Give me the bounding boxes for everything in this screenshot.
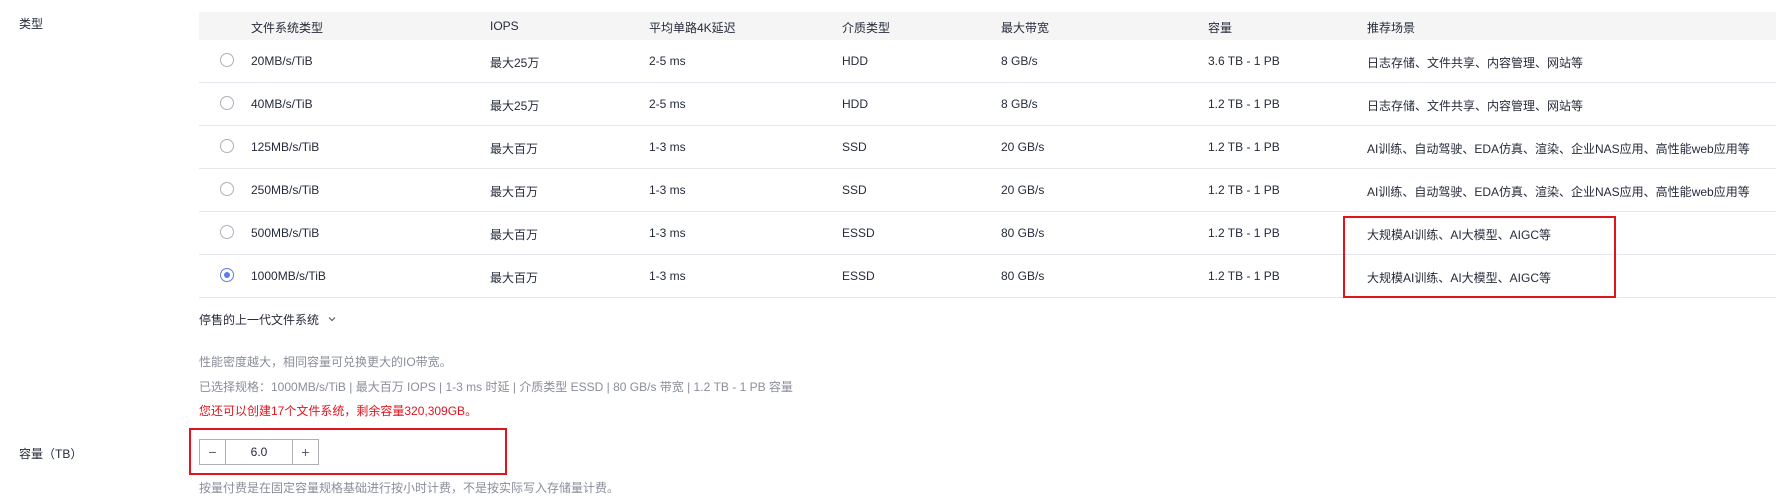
- table-row[interactable]: 500MB/s/TiB 最大百万 1-3 ms ESSD 80 GB/s 1.2 TB -…: [199, 212, 1776, 255]
- capacity-label: 容量（TB）: [19, 447, 83, 461]
- iops-cell: 最大百万: [490, 185, 539, 199]
- density-note: 性能密度越大，相同容量可兑换更大的IO带宽。: [199, 355, 452, 369]
- latency-cell: 2-5 ms: [649, 54, 686, 68]
- scenario-cell: AI训练、自动驾驶、EDA仿真、渲染、企业NAS应用、高性能web应用等: [1367, 142, 1750, 156]
- bandwidth-cell: 8 GB/s: [1001, 54, 1038, 68]
- media-cell: HDD: [842, 54, 868, 68]
- latency-cell: 1-3 ms: [649, 226, 686, 240]
- bandwidth-cell: 80 GB/s: [1001, 269, 1045, 283]
- scenario-cell: 大规模AI训练、AI大模型、AIGC等: [1367, 228, 1552, 242]
- capacity-cell: 3.6 TB - 1 PB: [1208, 54, 1280, 68]
- decrement-button[interactable]: −: [200, 440, 226, 464]
- radio-button[interactable]: [220, 139, 234, 153]
- bandwidth-cell: 8 GB/s: [1001, 97, 1038, 111]
- media-cell: SSD: [842, 183, 867, 197]
- iops-cell: 最大百万: [490, 271, 539, 285]
- radio-button[interactable]: [220, 268, 234, 282]
- type-cell: 500MB/s/TiB: [251, 226, 320, 240]
- capacity-cell: 1.2 TB - 1 PB: [1208, 140, 1280, 154]
- billing-note: 按量付费是在固定容量规格基础进行按小时计费，不是按实际写入存储量计费。: [199, 481, 620, 495]
- type-cell: 125MB/s/TiB: [251, 140, 320, 154]
- col-header-iops: IOPS: [490, 19, 519, 33]
- selected-spec-summary: 已选择规格：1000MB/s/TiB | 最大百万 IOPS | 1-3 ms …: [199, 380, 793, 394]
- increment-button[interactable]: +: [292, 440, 318, 464]
- type-cell: 40MB/s/TiB: [251, 97, 313, 111]
- table-row[interactable]: 250MB/s/TiB 最大百万 1-3 ms SSD 20 GB/s 1.2 TB - …: [199, 169, 1776, 212]
- scenario-cell: 大规模AI训练、AI大模型、AIGC等: [1367, 271, 1552, 285]
- media-cell: ESSD: [842, 226, 875, 240]
- col-header-latency: 平均单路4K延迟: [649, 21, 736, 35]
- iops-cell: 最大25万: [490, 99, 540, 113]
- media-cell: SSD: [842, 140, 867, 154]
- capacity-input[interactable]: [226, 440, 292, 464]
- scenario-cell: 日志存储、文件共享、内容管理、网站等: [1367, 99, 1584, 113]
- chevron-down-icon: [327, 313, 337, 327]
- table-row[interactable]: 20MB/s/TiB 最大25万 2-5 ms HDD 8 GB/s 3.6 TB - 1…: [199, 40, 1776, 83]
- iops-cell: 最大百万: [490, 142, 539, 156]
- type-cell: 250MB/s/TiB: [251, 183, 320, 197]
- iops-cell: 最大百万: [490, 228, 539, 242]
- col-header-capacity: 容量: [1208, 21, 1233, 35]
- iops-cell: 最大25万: [490, 56, 540, 70]
- col-header-media: 介质类型: [842, 21, 891, 35]
- radio-button[interactable]: [220, 182, 234, 196]
- scenario-cell: 日志存储、文件共享、内容管理、网站等: [1367, 56, 1584, 70]
- capacity-cell: 1.2 TB - 1 PB: [1208, 97, 1280, 111]
- col-header-scenario: 推荐场景: [1367, 21, 1416, 35]
- bandwidth-cell: 20 GB/s: [1001, 183, 1045, 197]
- capacity-cell: 1.2 TB - 1 PB: [1208, 183, 1280, 197]
- media-cell: HDD: [842, 97, 868, 111]
- radio-button[interactable]: [220, 225, 234, 239]
- table-row[interactable]: 125MB/s/TiB 最大百万 1-3 ms SSD 20 GB/s 1.2 TB - …: [199, 126, 1776, 169]
- latency-cell: 1-3 ms: [649, 183, 686, 197]
- legacy-filesystems-toggle[interactable]: 停售的上一代文件系统: [199, 311, 337, 328]
- type-cell: 20MB/s/TiB: [251, 54, 313, 68]
- scenario-cell: AI训练、自动驾驶、EDA仿真、渲染、企业NAS应用、高性能web应用等: [1367, 185, 1750, 199]
- table-header: 文件系统类型 IOPS 平均单路4K延迟 介质类型 最大带宽 容量 推荐场景: [199, 12, 1776, 40]
- legacy-filesystems-label: 停售的上一代文件系统: [199, 313, 320, 327]
- bandwidth-cell: 80 GB/s: [1001, 226, 1045, 240]
- table-row[interactable]: 40MB/s/TiB 最大25万 2-5 ms HDD 8 GB/s 1.2 TB - 1…: [199, 83, 1776, 126]
- capacity-stepper[interactable]: − +: [199, 439, 319, 465]
- latency-cell: 1-3 ms: [649, 269, 686, 283]
- bandwidth-cell: 20 GB/s: [1001, 140, 1045, 154]
- capacity-cell: 1.2 TB - 1 PB: [1208, 226, 1280, 240]
- latency-cell: 2-5 ms: [649, 97, 686, 111]
- media-cell: ESSD: [842, 269, 875, 283]
- capacity-cell: 1.2 TB - 1 PB: [1208, 269, 1280, 283]
- table-row[interactable]: 1000MB/s/TiB 最大百万 1-3 ms ESSD 80 GB/s 1.2 TB …: [199, 255, 1776, 298]
- latency-cell: 1-3 ms: [649, 140, 686, 154]
- col-header-bandwidth: 最大带宽: [1001, 21, 1050, 35]
- radio-button[interactable]: [220, 53, 234, 67]
- file-system-type-table: 文件系统类型 IOPS 平均单路4K延迟 介质类型 最大带宽 容量 推荐场景 2…: [199, 12, 1776, 298]
- quota-warning: 您还可以创建17个文件系统，剩余容量320,309GB。: [199, 404, 478, 418]
- col-header-type: 文件系统类型: [251, 21, 324, 35]
- type-label: 类型: [19, 17, 44, 31]
- type-cell: 1000MB/s/TiB: [251, 269, 326, 283]
- radio-button[interactable]: [220, 96, 234, 110]
